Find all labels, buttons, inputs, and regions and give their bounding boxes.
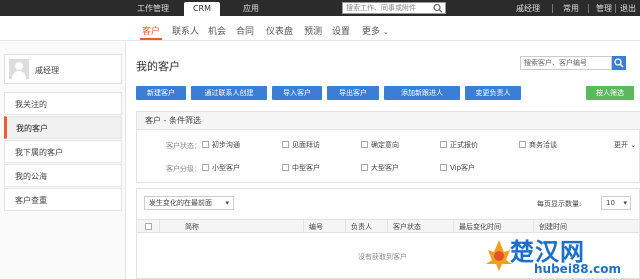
level-filter-label: 客户分级： xyxy=(166,165,201,173)
change-owner-button[interactable]: 变更负责人 xyxy=(465,86,521,100)
nav-settings[interactable]: 设置 xyxy=(332,24,350,37)
sidebar-item-following[interactable]: 我关注的 xyxy=(4,92,122,115)
watermark: 楚汉网 hubei88.com xyxy=(484,232,640,279)
status-option-label: 确定意向 xyxy=(371,141,399,149)
divider xyxy=(552,4,553,13)
user-card: 戚经理 xyxy=(4,54,122,84)
avatar xyxy=(9,59,29,79)
add-follower-button[interactable]: 添加新跟进人 xyxy=(384,86,460,100)
active-tab-indicator xyxy=(140,38,162,40)
export-customers-button[interactable]: 导出客户 xyxy=(327,86,379,100)
chevron-down-icon: ⌄ xyxy=(630,141,637,149)
expand-filters-toggle[interactable]: 更开 ⌄ xyxy=(614,140,636,150)
customer-search-input[interactable]: 搜索客户、客户编号 xyxy=(520,56,612,70)
nav-contacts[interactable]: 联系人 xyxy=(172,24,199,37)
search-icon[interactable] xyxy=(432,3,444,13)
tab-work-management[interactable]: 工作管理 xyxy=(130,2,176,16)
filter-by-person-button[interactable]: 按人筛选 xyxy=(586,86,634,100)
nav-customers[interactable]: 客户 xyxy=(142,24,160,37)
nav-forecast[interactable]: 预测 xyxy=(304,24,322,37)
level-checkbox[interactable] xyxy=(282,164,289,171)
per-page-label: 每页显示数量: xyxy=(537,200,582,208)
sidebar-item-my-customers[interactable]: 我的客户 xyxy=(4,116,122,139)
level-option-label: Vip客户 xyxy=(450,164,476,172)
chevron-down-icon: ▾ xyxy=(225,199,229,207)
search-icon xyxy=(614,58,624,68)
avatar-body xyxy=(12,71,26,79)
sidebar-item-duplicate-check[interactable]: 客户查重 xyxy=(4,188,122,211)
chevron-down-icon: ⌄ xyxy=(382,28,389,36)
create-from-contact-button[interactable]: 通过联系人创建 xyxy=(191,86,267,100)
empty-list-message: 没有获取到客户 xyxy=(358,253,407,261)
watermark-url: hubei88.com xyxy=(534,262,622,276)
column-divider xyxy=(453,220,454,233)
column-divider xyxy=(345,220,346,233)
column-header-number[interactable]: 编号 xyxy=(309,222,323,232)
per-page-value: 10 xyxy=(606,199,615,207)
status-checkbox[interactable] xyxy=(361,141,368,148)
sidebar-item-public-pool[interactable]: 我的公海 xyxy=(4,164,122,187)
sidebar-item-subordinate-customers[interactable]: 我下属的客户 xyxy=(4,140,122,163)
select-all-checkbox[interactable] xyxy=(145,223,152,230)
top-bar: 工作管理 CRM 应用 搜索工作、同事或附件 戚经理 常用 管理 退出 xyxy=(0,0,640,16)
level-checkbox[interactable] xyxy=(440,164,447,171)
sidebar-username: 戚经理 xyxy=(35,66,59,75)
nav-contracts[interactable]: 合同 xyxy=(236,24,254,37)
tab-crm[interactable]: CRM xyxy=(184,2,220,16)
level-option-label: 中型客户 xyxy=(292,164,320,172)
status-checkbox[interactable] xyxy=(282,141,289,148)
column-header-last-change[interactable]: 最后变化时间 xyxy=(459,222,501,232)
customer-search-button[interactable] xyxy=(612,56,626,70)
divider xyxy=(615,4,616,13)
status-option-label: 初步沟通 xyxy=(212,141,240,149)
status-filter-label: 客户状态： xyxy=(166,142,201,150)
sort-order-select[interactable]: 发生变化的在最前面 ▾ xyxy=(144,196,234,210)
column-header-owner[interactable]: 负责人 xyxy=(351,222,372,232)
column-divider xyxy=(159,220,160,233)
column-divider xyxy=(387,220,388,233)
admin-link[interactable]: 管理 xyxy=(596,2,612,16)
level-option-label: 小型客户 xyxy=(212,164,240,172)
status-option-label: 正式报价 xyxy=(450,141,478,149)
logout-link[interactable]: 退出 xyxy=(620,2,636,16)
nav-more-label: 更多 xyxy=(362,27,381,37)
nav-dashboard[interactable]: 仪表盘 xyxy=(266,24,293,37)
nav-opportunities[interactable]: 机会 xyxy=(208,24,226,37)
nav-more[interactable]: 更多 ⌄ xyxy=(362,24,389,37)
filter-panel-title: 客户 - 条件筛选 xyxy=(137,112,640,130)
user-menu[interactable]: 戚经理 xyxy=(516,2,540,16)
column-header-short-name[interactable]: 简称 xyxy=(185,222,199,232)
tab-apps[interactable]: 应用 xyxy=(228,2,274,16)
global-search-input[interactable]: 搜索工作、同事或附件 xyxy=(342,2,446,14)
sidebar: 戚经理 我关注的 我的客户 我下属的客户 我的公海 客户查重 xyxy=(0,42,126,279)
module-nav: 客户 联系人 机会 合同 仪表盘 预测 设置 更多 ⌄ xyxy=(0,16,640,41)
page-title: 我的客户 xyxy=(136,60,180,73)
sort-order-value: 发生变化的在最前面 xyxy=(149,199,212,207)
status-option-label: 商务洽谈 xyxy=(529,141,557,149)
table-header: 简称 编号 负责人 客户状态 最后变化时间 创建时间 xyxy=(137,219,639,233)
divider xyxy=(588,4,589,13)
import-customers-button[interactable]: 导入客户 xyxy=(272,86,322,100)
chevron-down-icon: ▾ xyxy=(623,199,627,207)
status-checkbox[interactable] xyxy=(440,141,447,148)
per-page-select[interactable]: 10 ▾ xyxy=(601,196,631,210)
level-checkbox[interactable] xyxy=(361,164,368,171)
level-checkbox[interactable] xyxy=(202,164,209,171)
avatar-head xyxy=(15,62,23,70)
level-option-label: 大型客户 xyxy=(371,164,399,172)
favorites-link[interactable]: 常用 xyxy=(563,2,579,16)
status-checkbox[interactable] xyxy=(519,141,526,148)
status-checkbox[interactable] xyxy=(202,141,209,148)
new-customer-button[interactable]: 新建客户 xyxy=(136,86,186,100)
column-header-status[interactable]: 客户状态 xyxy=(393,222,421,232)
column-divider xyxy=(303,220,304,233)
status-option-label: 见面拜访 xyxy=(292,141,320,149)
column-header-created[interactable]: 创建时间 xyxy=(539,222,567,232)
expand-filters-label: 更开 xyxy=(614,141,628,149)
